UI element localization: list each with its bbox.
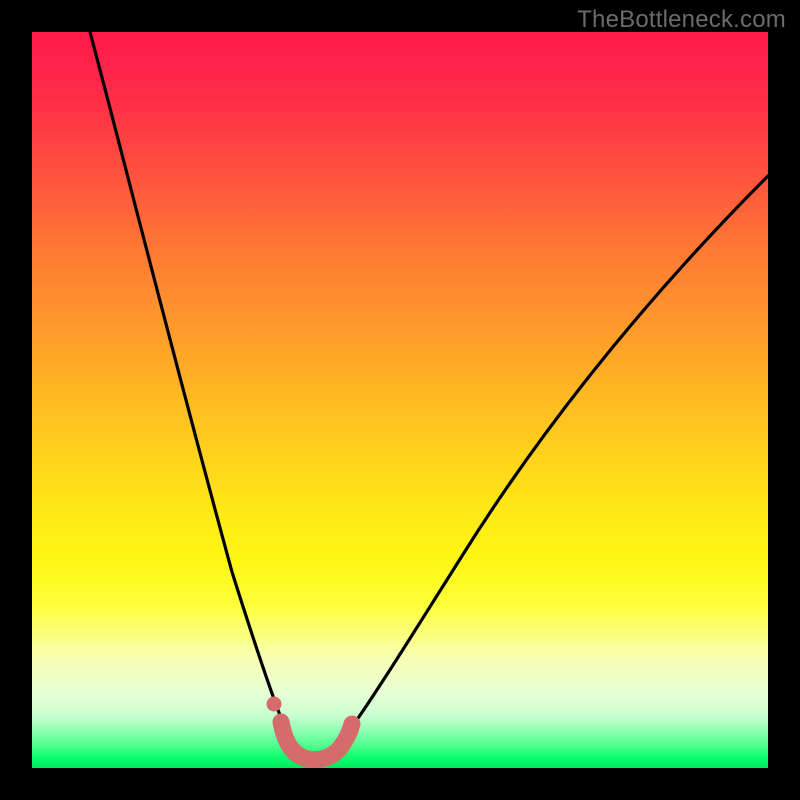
watermark-text: TheBottleneck.com [577,6,786,34]
minimum-dot [267,697,282,712]
outer-frame: TheBottleneck.com [0,0,800,800]
plot-area [32,32,768,768]
curve-path [90,32,768,761]
minimum-marker [281,722,352,760]
bottleneck-curve [32,32,768,768]
